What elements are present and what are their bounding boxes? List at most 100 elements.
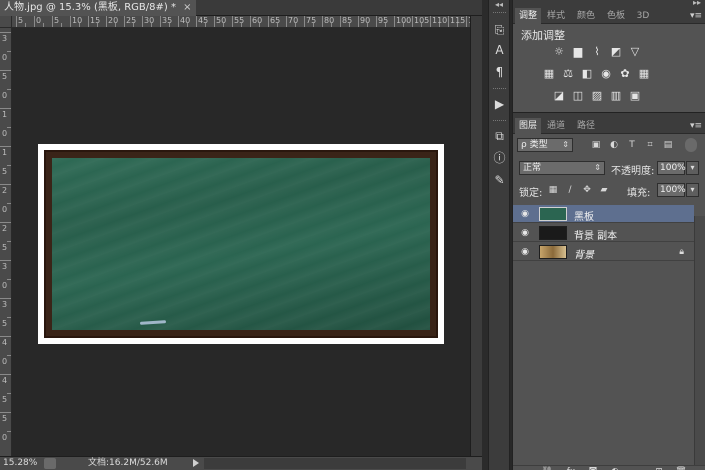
ruler-tick [421, 23, 422, 27]
tab-styles[interactable]: 样式 [543, 8, 569, 24]
ruler-tick [7, 89, 11, 90]
canvas-vertical-scrollbar[interactable] [470, 16, 482, 456]
document-tab[interactable]: 人物.jpg @ 15.3% (黑板, RGB/8#) * × [0, 0, 196, 16]
document-tab-title: 人物.jpg @ 15.3% (黑板, RGB/8#) * [4, 2, 176, 13]
vertical-ruler[interactable]: 3 0 5 0 1 0 1 5 2 0 2 5 3 0 3 5 4 0 4 5 5 0 [0, 28, 12, 456]
photoshop-window: 人物.jpg @ 15.3% (黑板, RGB/8#) * × 5 0 5 10 15 2… [0, 0, 705, 470]
fill-stepper[interactable]: ▾ [686, 183, 699, 197]
ruler-tick [7, 241, 11, 242]
hue-saturation-icon[interactable]: ▦ [543, 68, 555, 80]
expand-icon[interactable]: ▸▸ [693, 0, 701, 7]
tab-layers[interactable]: 图层 [515, 118, 541, 134]
selective-color-icon[interactable]: ▣ [629, 90, 641, 102]
tool-presets-icon[interactable]: ✎ [491, 172, 508, 189]
gradient-map-icon[interactable]: ▥ [610, 90, 622, 102]
drag-grip[interactable] [493, 88, 506, 90]
ruler-tick [7, 393, 11, 394]
paragraph-icon[interactable]: ¶ [491, 64, 508, 81]
layer-row-background[interactable]: ◉ 背景 🔒︎ [513, 243, 694, 261]
collapse-icon[interactable]: ◂◂ [495, 0, 503, 9]
vibrance-icon[interactable]: ▽ [629, 46, 641, 58]
ruler-tick [0, 70, 11, 71]
tab-swatches[interactable]: 色板 [603, 8, 629, 24]
ruler-tick [88, 16, 89, 27]
photo-filter-icon[interactable]: ◉ [600, 68, 612, 80]
tab-paths[interactable]: 路径 [573, 118, 599, 134]
status-bar: 15.28% 文档:16.2M/52.6M [0, 456, 482, 470]
ruler-tick [142, 16, 143, 27]
info-icon[interactable]: ⓘ [491, 150, 508, 167]
color-balance-icon[interactable]: ⚖ [562, 68, 574, 80]
lock-position-icon[interactable]: ✥ [582, 185, 592, 195]
ruler-tick [0, 298, 11, 299]
visibility-eye-icon[interactable]: ◉ [519, 209, 531, 219]
drag-grip[interactable] [493, 120, 506, 122]
ruler-label: 1 [2, 110, 8, 119]
lock-pixels-icon[interactable]: ∕ [565, 185, 575, 195]
posterize-icon[interactable]: ◫ [572, 90, 584, 102]
ruler-tick [7, 431, 11, 432]
tab-3d[interactable]: 3D [633, 8, 653, 24]
horizontal-ruler[interactable]: 5 0 5 10 15 20 25 30 35 40 45 50 55 60 65 70 75 80 85 90 95 1… [12, 16, 470, 28]
document-image[interactable] [38, 144, 444, 344]
actions-icon[interactable]: ▶ [491, 96, 508, 113]
opacity-field[interactable]: 100% [657, 161, 686, 175]
layer-row-blackboard[interactable]: ◉ 黑板 [513, 205, 694, 223]
close-icon[interactable]: × [183, 0, 191, 16]
ruler-tick [349, 23, 350, 27]
brightness-icon[interactable]: ☼ [553, 46, 565, 58]
visibility-eye-icon[interactable]: ◉ [519, 247, 531, 257]
ruler-tick [457, 23, 458, 27]
canvas-area[interactable] [12, 28, 470, 456]
status-menu-icon[interactable] [44, 458, 56, 469]
panel-menu-icon[interactable]: ▾≡ [690, 8, 702, 24]
clone-source-icon[interactable]: ⧉ [491, 128, 508, 145]
layer-name: 黑板 [574, 212, 594, 223]
visibility-eye-icon[interactable]: ◉ [519, 228, 531, 238]
panel-menu-icon[interactable]: ▾≡ [690, 118, 702, 134]
zoom-level[interactable]: 15.28% [3, 457, 37, 470]
pixel-filter-icon[interactable]: ▣ [591, 140, 601, 150]
ruler-tick [466, 16, 467, 27]
ruler-label: 10 [72, 16, 83, 25]
color-lookup-icon[interactable]: ▦ [638, 68, 650, 80]
status-arrow-icon[interactable] [193, 459, 199, 467]
threshold-icon[interactable]: ▨ [591, 90, 603, 102]
ruler-tick [367, 23, 368, 27]
blend-mode-value: 正常 [523, 163, 542, 173]
opacity-stepper[interactable]: ▾ [686, 161, 699, 175]
adjustment-filter-icon[interactable]: ◐ [609, 140, 619, 150]
ruler-tick [241, 23, 242, 27]
fill-field[interactable]: 100% [657, 183, 686, 197]
ruler-corner[interactable] [0, 16, 12, 28]
layer-name: 背景 [574, 250, 594, 261]
ruler-tick [7, 165, 11, 166]
curves-icon[interactable]: ⌇ [591, 46, 603, 58]
smart-object-filter-icon[interactable]: ▤ [663, 140, 673, 150]
invert-icon[interactable]: ◪ [553, 90, 565, 102]
lock-transparent-icon[interactable]: ▦ [548, 185, 558, 195]
ruler-label: 85 [342, 16, 353, 25]
filter-toggle-icon[interactable] [685, 138, 697, 152]
tab-channels[interactable]: 通道 [543, 118, 569, 134]
tab-adjustments[interactable]: 调整 [515, 8, 541, 24]
ruler-tick [0, 222, 11, 223]
channel-mixer-icon[interactable]: ✿ [619, 68, 631, 80]
drag-grip[interactable] [493, 12, 506, 14]
ruler-tick [259, 23, 260, 27]
layer-row-background-copy[interactable]: ◉ 背景 副本 [513, 224, 694, 242]
shape-filter-icon[interactable]: ⌗ [645, 140, 655, 150]
black-white-icon[interactable]: ◧ [581, 68, 593, 80]
character-icon[interactable]: A [491, 42, 508, 59]
canvas-horizontal-scrollbar[interactable] [204, 458, 466, 469]
layer-filter-dropdown[interactable]: ρ 类型 ⇕ [517, 138, 573, 152]
levels-icon[interactable]: ▆ [572, 46, 584, 58]
lock-all-icon[interactable]: ▰ [599, 185, 609, 195]
ruler-label: 20 [108, 16, 119, 25]
history-icon[interactable]: ⎘ [491, 22, 508, 39]
tab-color[interactable]: 颜色 [573, 8, 599, 24]
blend-mode-dropdown[interactable]: 正常 ⇕ [519, 161, 605, 175]
layers-scrollbar[interactable] [694, 216, 705, 466]
type-filter-icon[interactable]: T [627, 140, 637, 150]
exposure-icon[interactable]: ◩ [610, 46, 622, 58]
